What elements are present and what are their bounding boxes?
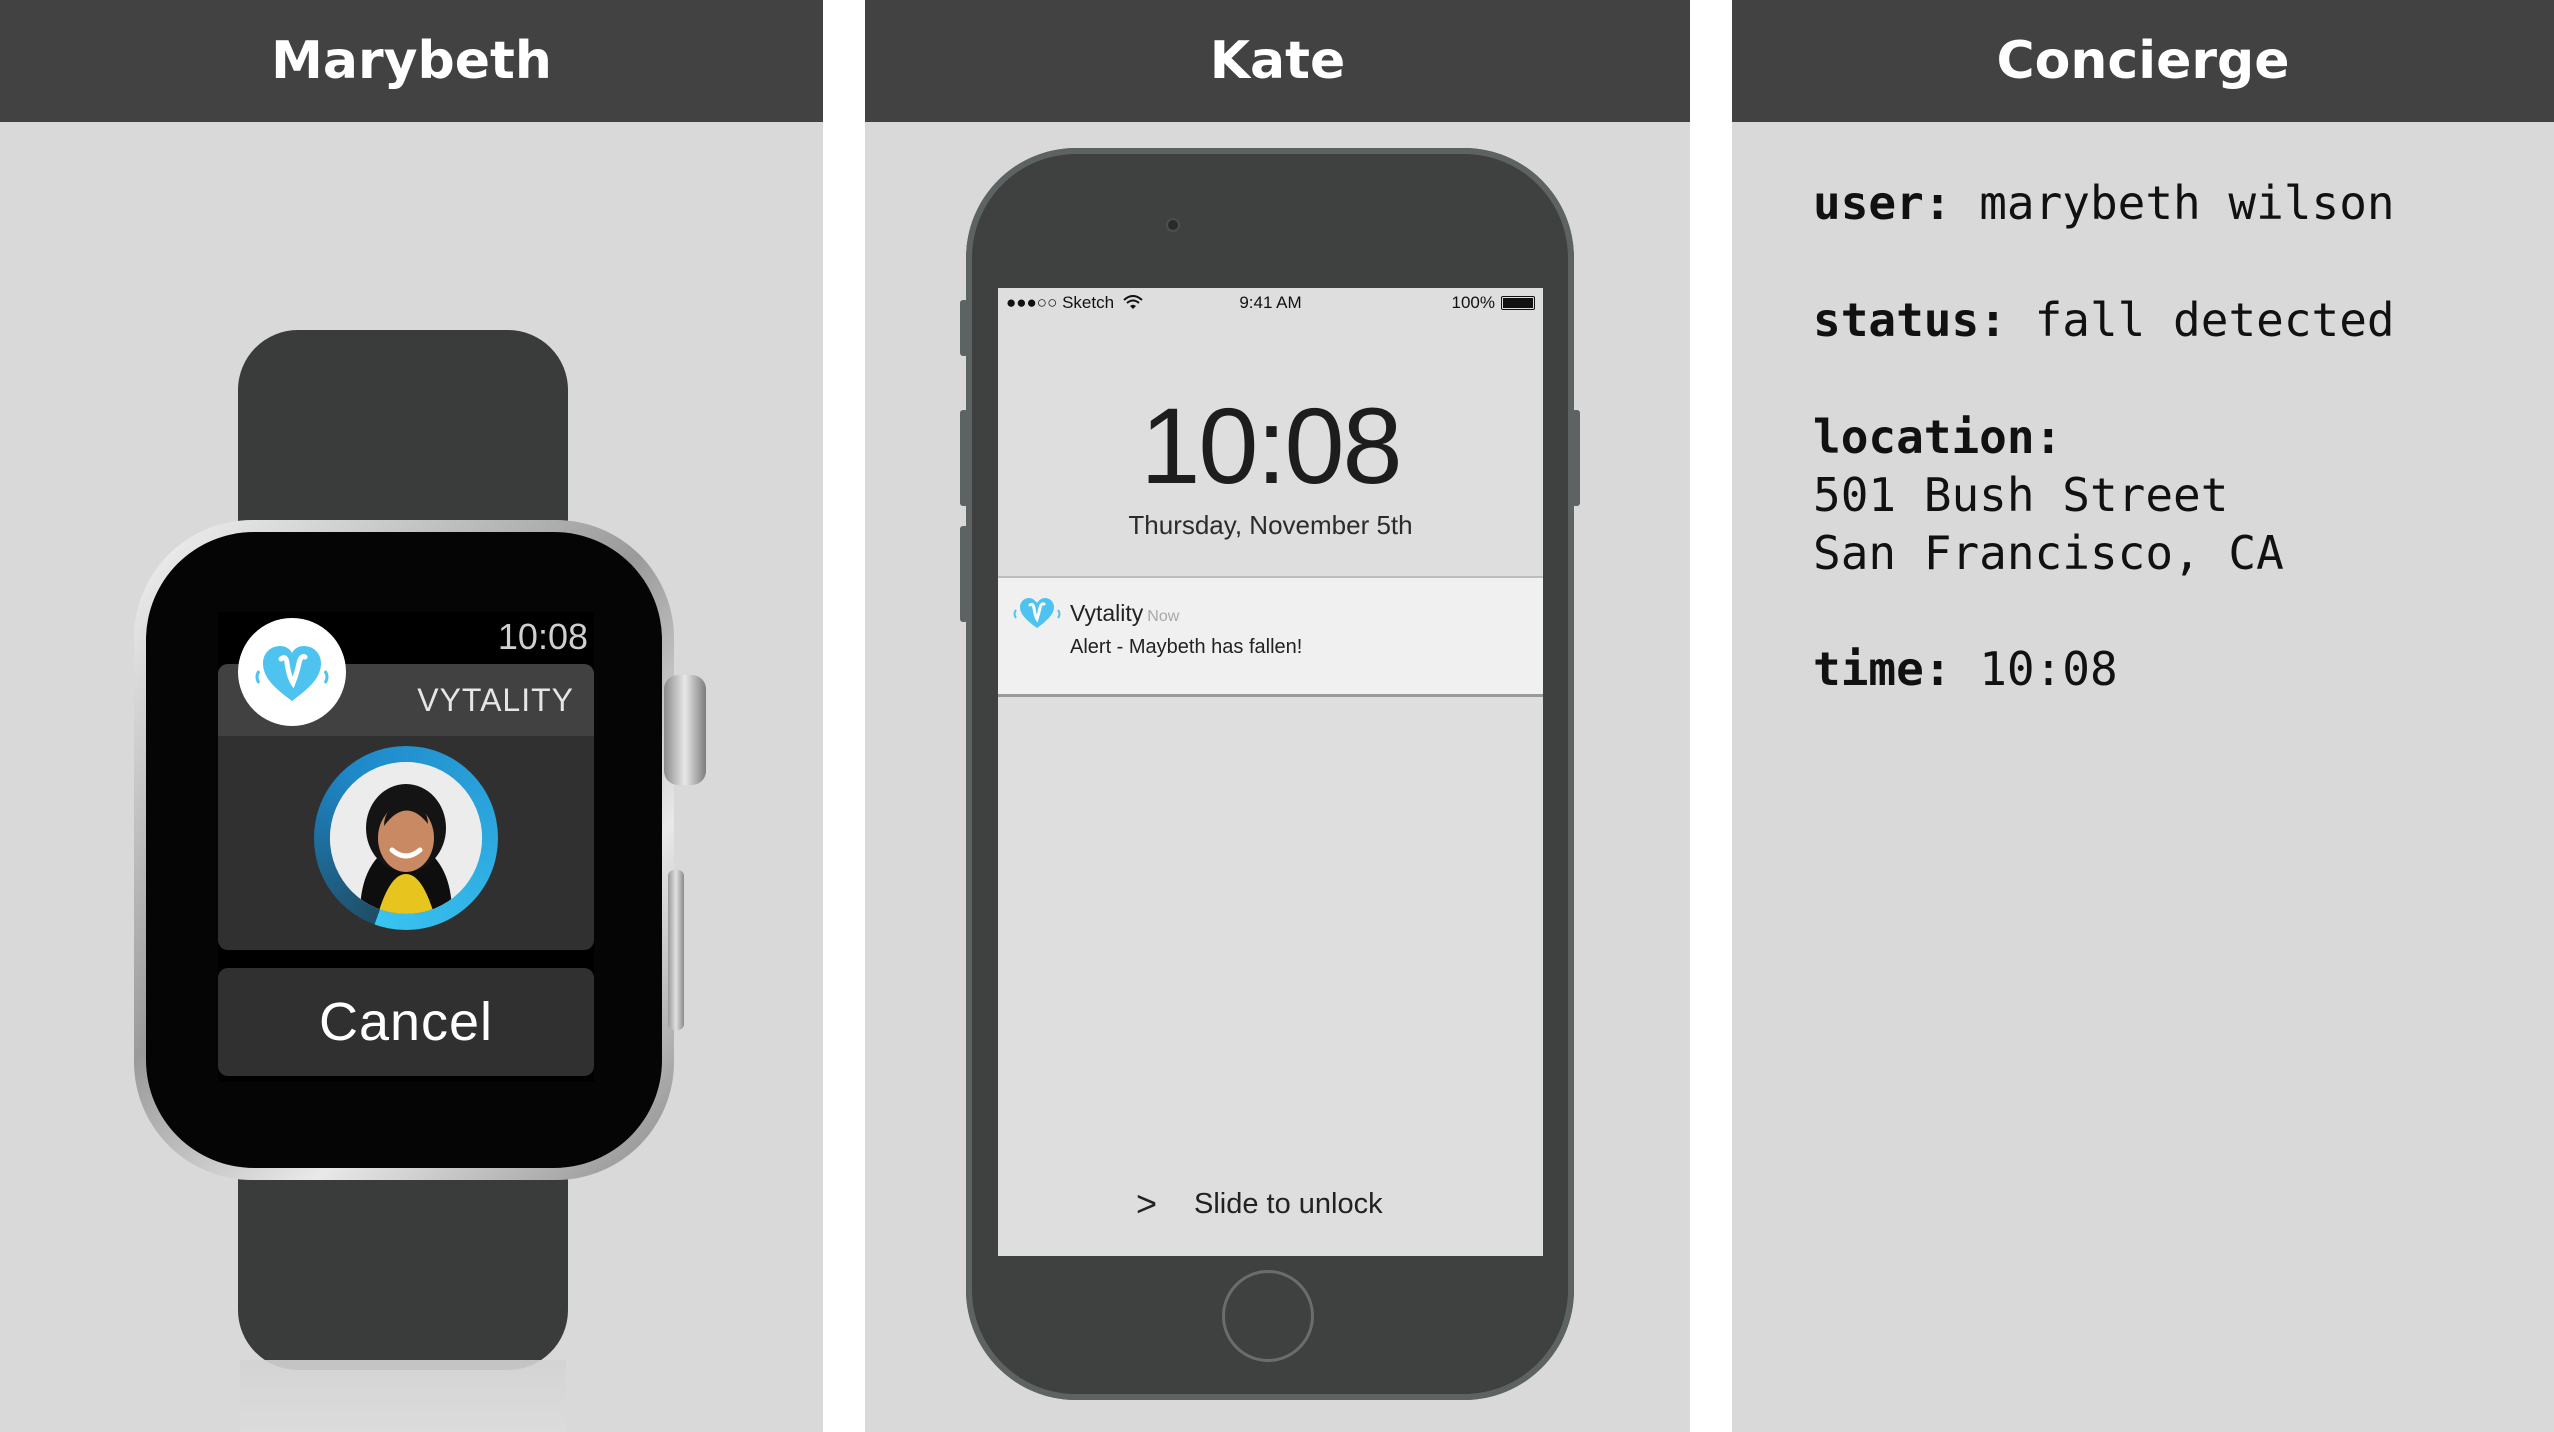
time-value: 10:08: [1979, 642, 2118, 696]
panel-title-marybeth: Marybeth: [0, 0, 823, 122]
cancel-button[interactable]: Cancel: [218, 968, 594, 1076]
panel-title-kate: Kate: [865, 0, 1690, 122]
vytality-heart-icon: [238, 618, 346, 726]
location-line-2: San Francisco, CA: [1813, 526, 2284, 580]
location-label: location:: [1813, 410, 2063, 464]
watch-band-reflection: [240, 1360, 566, 1432]
battery-icon: [1501, 296, 1535, 310]
lock-screen-time: 10:08: [1140, 385, 1402, 506]
status-bar: ●●●○○ Sketch 9:41 AM 100%: [998, 288, 1543, 316]
concierge-panel: Concierge user: marybeth wilson status: …: [1732, 0, 2554, 1432]
watch-app-name: VYTALITY: [417, 682, 574, 718]
phone-mute-switch[interactable]: [960, 300, 968, 356]
phone-lock-screen: ●●●○○ Sketch 9:41 AM 100% 10:08 Thursday…: [998, 288, 1543, 1256]
phone-volume-down[interactable]: [960, 526, 968, 622]
notification-app-name: Vytality Now: [1070, 600, 1180, 626]
avatar: [330, 762, 482, 914]
notification-message: Alert - Maybeth has fallen!: [1070, 636, 1303, 658]
watch-side-button[interactable]: [668, 870, 684, 1030]
vytality-notification[interactable]: Vytality Now Alert - Maybeth has fallen!: [998, 576, 1543, 697]
home-button[interactable]: [1222, 1270, 1314, 1362]
slide-to-unlock[interactable]: Slide to unlock: [1194, 1188, 1383, 1221]
user-label: user:: [1813, 176, 1952, 230]
user-value: marybeth wilson: [1979, 176, 2395, 230]
watch-digital-crown[interactable]: [664, 675, 706, 785]
status-row: status: fall detected: [1813, 291, 2395, 349]
lock-screen-date: Thursday, November 5th: [1128, 510, 1413, 540]
time-label: time:: [1813, 642, 1952, 696]
location-line-1: 501 Bush Street: [1813, 468, 2229, 522]
chevron-right-icon: >: [1136, 1183, 1158, 1224]
phone-volume-up[interactable]: [960, 410, 968, 506]
avatar-progress-ring: [314, 746, 498, 930]
watch-time: 10:08: [497, 616, 588, 657]
panel-title-concierge: Concierge: [1732, 0, 2554, 122]
status-value: fall detected: [2034, 293, 2395, 347]
notification-time: Now: [1147, 608, 1180, 625]
status-label: status:: [1813, 293, 2007, 347]
time-row: time: 10:08: [1813, 640, 2118, 698]
status-battery: 100%: [1452, 293, 1535, 313]
vytality-heart-icon: [1012, 596, 1062, 635]
front-camera: [1168, 220, 1178, 230]
phone-power-button[interactable]: [1572, 410, 1580, 506]
user-row: user: marybeth wilson: [1813, 174, 2395, 232]
